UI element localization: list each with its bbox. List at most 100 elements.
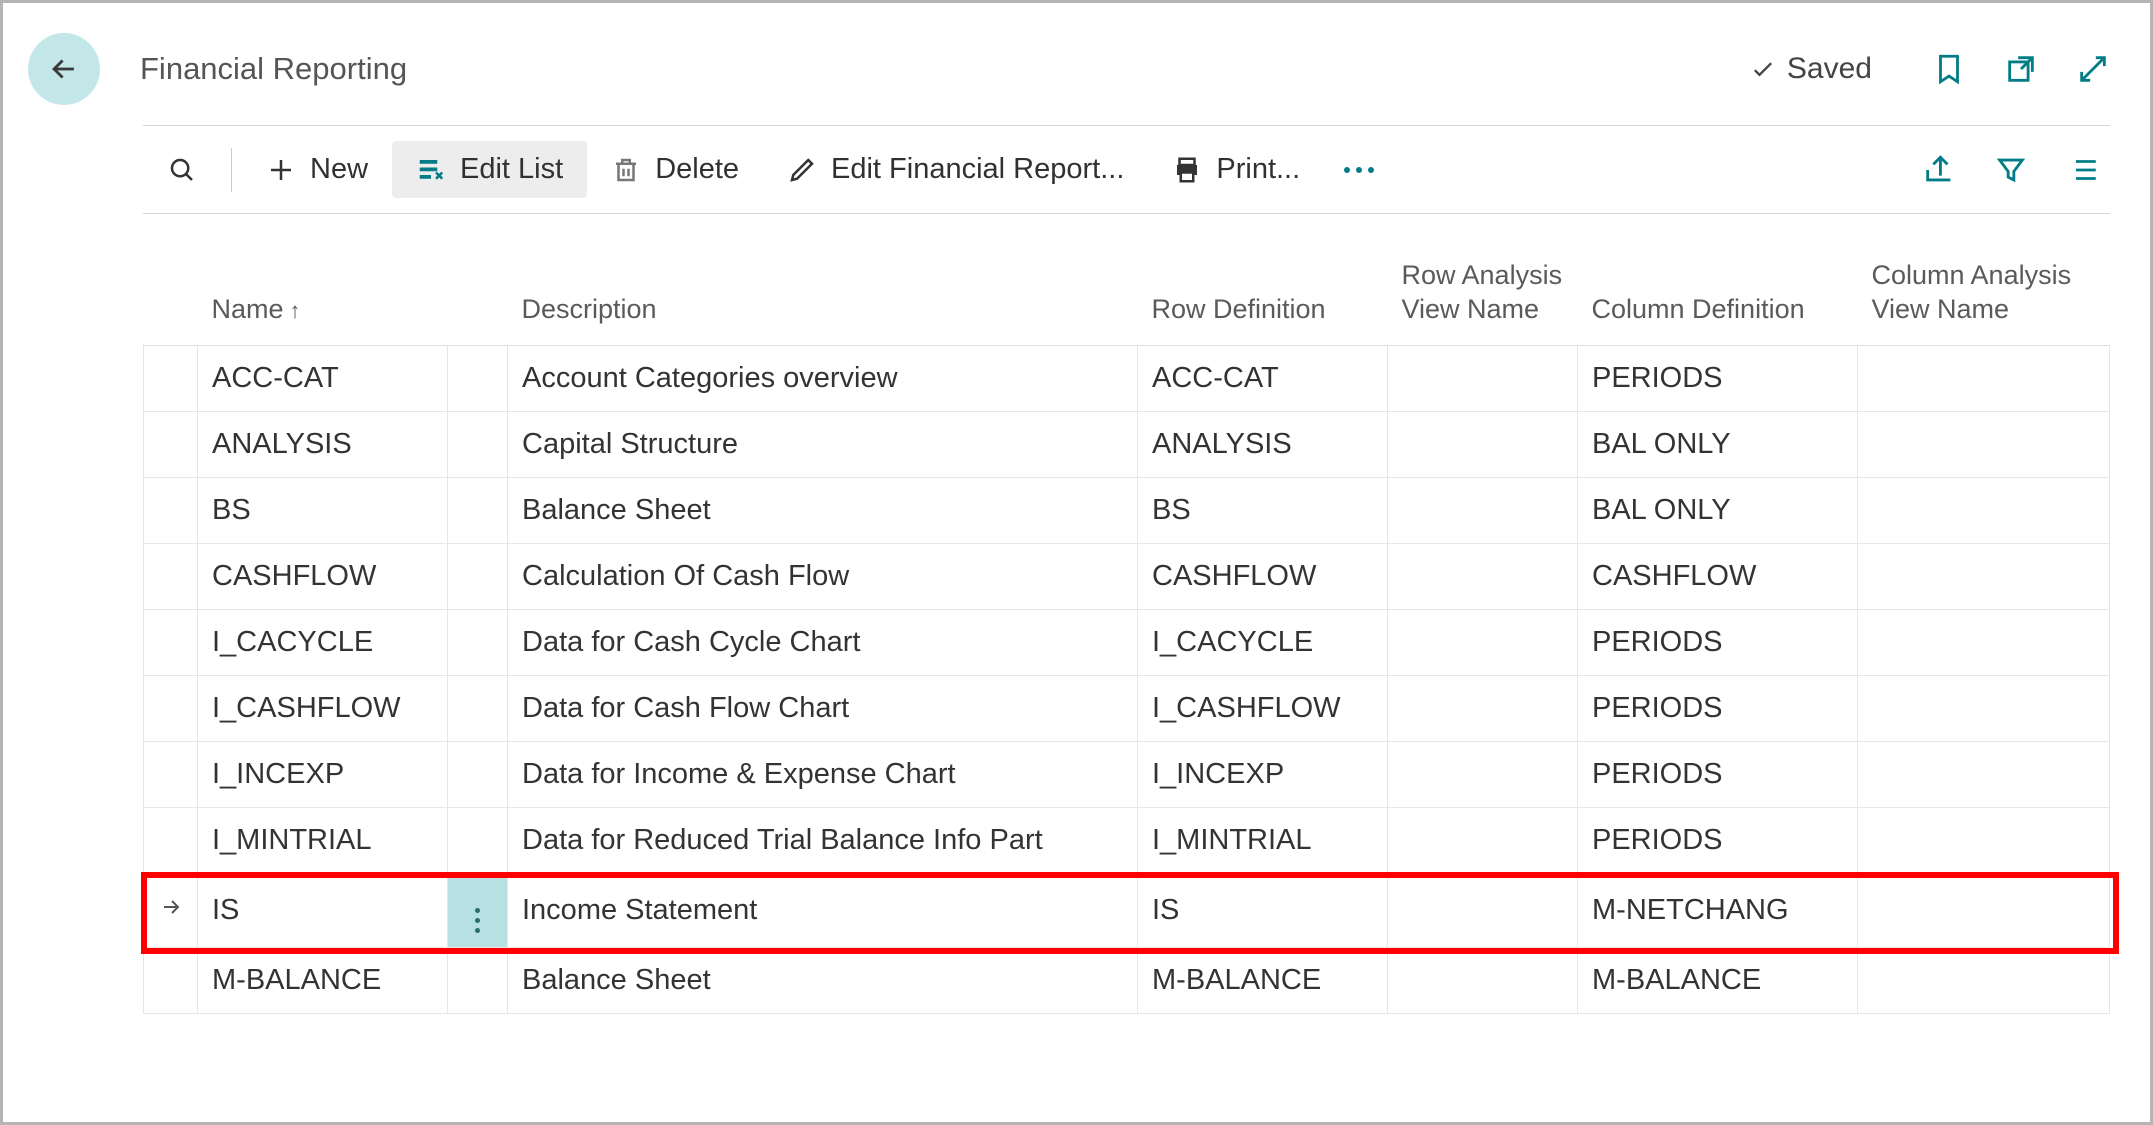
col-name[interactable]: Name↑ [198,249,448,345]
table-row[interactable]: ISIncome StatementISM-NETCHANG [144,873,2110,947]
edit-financial-report-button[interactable]: Edit Financial Report... [763,141,1148,198]
row-menu-button[interactable] [448,675,508,741]
cell-column-definition[interactable]: PERIODS [1578,675,1858,741]
table-row[interactable]: CASHFLOWCalculation Of Cash FlowCASHFLOW… [144,543,2110,609]
cell-description[interactable]: Data for Cash Cycle Chart [508,609,1138,675]
table-row[interactable]: M-BALANCEBalance SheetM-BALANCEM-BALANCE [144,947,2110,1013]
cell-name[interactable]: ANALYSIS [198,411,448,477]
cell-column-definition[interactable]: CASHFLOW [1578,543,1858,609]
cell-column-analysis[interactable] [1858,873,2110,947]
cell-column-analysis[interactable] [1858,741,2110,807]
table-row[interactable]: I_INCEXPData for Income & Expense ChartI… [144,741,2110,807]
cell-name[interactable]: I_CASHFLOW [198,675,448,741]
cell-name[interactable]: BS [198,477,448,543]
more-actions-button[interactable] [1324,167,1394,173]
cell-name[interactable]: M-BALANCE [198,947,448,1013]
row-menu-button[interactable] [448,345,508,411]
cell-column-definition[interactable]: BAL ONLY [1578,411,1858,477]
filter-button[interactable] [1994,153,2028,187]
new-button[interactable]: New [242,141,392,198]
cell-description[interactable]: Calculation Of Cash Flow [508,543,1138,609]
cell-column-analysis[interactable] [1858,807,2110,873]
cell-row-definition[interactable]: ACC-CAT [1138,345,1388,411]
cell-row-definition[interactable]: BS [1138,477,1388,543]
search-button[interactable] [143,143,221,197]
cell-column-definition[interactable]: BAL ONLY [1578,477,1858,543]
cell-description[interactable]: Balance Sheet [508,947,1138,1013]
table-row[interactable]: I_CACYCLEData for Cash Cycle ChartI_CACY… [144,609,2110,675]
cell-row-definition[interactable]: I_CACYCLE [1138,609,1388,675]
cell-row-analysis[interactable] [1388,477,1578,543]
cell-column-definition[interactable]: M-BALANCE [1578,947,1858,1013]
cell-column-definition[interactable]: PERIODS [1578,807,1858,873]
col-column-definition[interactable]: Column Definition [1578,249,1858,345]
cell-column-definition[interactable]: PERIODS [1578,609,1858,675]
cell-description[interactable]: Capital Structure [508,411,1138,477]
cell-row-analysis[interactable] [1388,807,1578,873]
cell-column-analysis[interactable] [1858,675,2110,741]
cell-row-definition[interactable]: IS [1138,873,1388,947]
table-row[interactable]: ANALYSISCapital StructureANALYSISBAL ONL… [144,411,2110,477]
back-button[interactable] [28,33,100,105]
cell-description[interactable]: Income Statement [508,873,1138,947]
cell-column-analysis[interactable] [1858,543,2110,609]
cell-row-analysis[interactable] [1388,741,1578,807]
cell-row-analysis[interactable] [1388,947,1578,1013]
table-row[interactable]: ACC-CATAccount Categories overviewACC-CA… [144,345,2110,411]
cell-name[interactable]: ACC-CAT [198,345,448,411]
cell-row-definition[interactable]: M-BALANCE [1138,947,1388,1013]
cell-column-analysis[interactable] [1858,411,2110,477]
cell-row-definition[interactable]: I_MINTRIAL [1138,807,1388,873]
bookmark-button[interactable] [1932,52,1966,86]
table-row[interactable]: BSBalance SheetBSBAL ONLY [144,477,2110,543]
row-menu-button[interactable] [448,411,508,477]
cell-description[interactable]: Balance Sheet [508,477,1138,543]
cell-description[interactable]: Account Categories overview [508,345,1138,411]
col-description[interactable]: Description [508,249,1138,345]
cell-row-analysis[interactable] [1388,345,1578,411]
cell-column-definition[interactable]: PERIODS [1578,741,1858,807]
cell-column-definition[interactable]: M-NETCHANG [1578,873,1858,947]
col-row-analysis[interactable]: Row Analysis View Name [1388,249,1578,345]
cell-description[interactable]: Data for Income & Expense Chart [508,741,1138,807]
table-row[interactable]: I_MINTRIALData for Reduced Trial Balance… [144,807,2110,873]
cell-row-definition[interactable]: CASHFLOW [1138,543,1388,609]
cell-description[interactable]: Data for Cash Flow Chart [508,675,1138,741]
delete-button[interactable]: Delete [587,141,763,198]
cell-row-definition[interactable]: I_CASHFLOW [1138,675,1388,741]
cell-description[interactable]: Data for Reduced Trial Balance Info Part [508,807,1138,873]
row-menu-button[interactable] [448,807,508,873]
row-menu-button[interactable] [448,609,508,675]
cell-row-definition[interactable]: ANALYSIS [1138,411,1388,477]
cell-row-analysis[interactable] [1388,411,1578,477]
row-menu-button[interactable] [448,947,508,1013]
cell-column-definition[interactable]: PERIODS [1578,345,1858,411]
cell-column-analysis[interactable] [1858,947,2110,1013]
cell-row-definition[interactable]: I_INCEXP [1138,741,1388,807]
cell-column-analysis[interactable] [1858,609,2110,675]
cell-row-analysis[interactable] [1388,609,1578,675]
row-menu-button[interactable] [448,543,508,609]
edit-list-button[interactable]: Edit List [392,141,587,198]
row-menu-button[interactable] [448,873,508,947]
row-menu-button[interactable] [448,477,508,543]
expand-button[interactable] [2076,52,2110,86]
share-button[interactable] [1922,153,1956,187]
col-row-definition[interactable]: Row Definition [1138,249,1388,345]
cell-row-analysis[interactable] [1388,675,1578,741]
cell-name[interactable]: I_MINTRIAL [198,807,448,873]
cell-name[interactable]: I_CACYCLE [198,609,448,675]
print-button[interactable]: Print... [1148,141,1324,198]
cell-column-analysis[interactable] [1858,477,2110,543]
cell-name[interactable]: IS [198,873,448,947]
cell-name[interactable]: CASHFLOW [198,543,448,609]
col-column-analysis[interactable]: Column Analysis View Name [1858,249,2110,345]
cell-name[interactable]: I_INCEXP [198,741,448,807]
cell-row-analysis[interactable] [1388,873,1578,947]
table-row[interactable]: I_CASHFLOWData for Cash Flow ChartI_CASH… [144,675,2110,741]
cell-row-analysis[interactable] [1388,543,1578,609]
popout-button[interactable] [2004,52,2038,86]
row-menu-button[interactable] [448,741,508,807]
list-view-button[interactable] [2066,153,2100,187]
cell-column-analysis[interactable] [1858,345,2110,411]
